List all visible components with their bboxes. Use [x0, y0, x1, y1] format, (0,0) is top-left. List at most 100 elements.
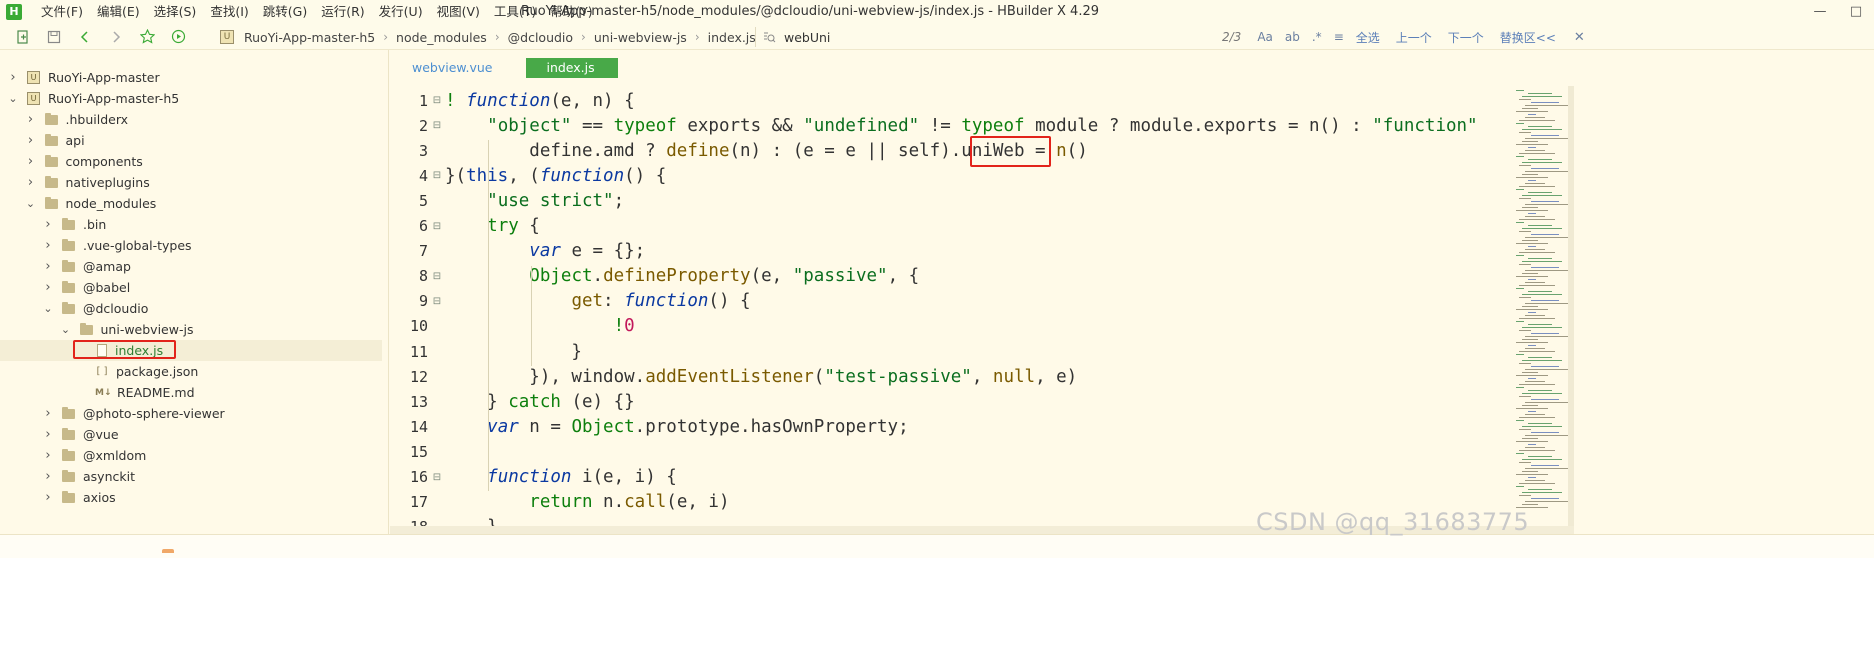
- markdown-file-icon: M↓: [95, 387, 112, 398]
- tree-item[interactable]: › .bin: [0, 214, 382, 235]
- fold-toggle-icon[interactable]: ⊟: [429, 120, 445, 131]
- fold-toggle-icon[interactable]: ⊟: [429, 296, 445, 307]
- previous-match-button[interactable]: 上一个: [1396, 29, 1432, 46]
- tree-item[interactable]: index.js: [0, 340, 382, 361]
- menu-item-0[interactable]: 文件(F): [34, 0, 90, 24]
- chevron-right-icon[interactable]: ›: [26, 154, 36, 169]
- tree-item[interactable]: [ ] package.json: [0, 361, 382, 382]
- chevron-right-icon[interactable]: ›: [43, 469, 53, 484]
- chevron-down-icon[interactable]: ⌄: [26, 198, 36, 209]
- search-input[interactable]: [784, 28, 1204, 46]
- select-all-button[interactable]: 全选: [1356, 29, 1380, 46]
- tree-item[interactable]: ⌄ @dcloudio: [0, 298, 382, 319]
- replace-toggle-button[interactable]: 替换区<<: [1500, 29, 1556, 46]
- minimize-button[interactable]: —: [1802, 0, 1838, 24]
- menu-item-1[interactable]: 编辑(E): [90, 0, 147, 24]
- menu-item-8[interactable]: 工具(T): [487, 0, 543, 24]
- match-case-toggle[interactable]: Aa: [1257, 30, 1273, 44]
- fold-toggle-icon[interactable]: ⊟: [429, 472, 445, 483]
- chevron-right-icon[interactable]: ›: [43, 238, 53, 253]
- menu-item-7[interactable]: 视图(V): [430, 0, 487, 24]
- tree-item[interactable]: › api: [0, 130, 382, 151]
- minimap-line: [1522, 459, 1562, 460]
- in-selection-toggle[interactable]: ≡: [1334, 30, 1344, 44]
- tree-item[interactable]: › @xmldom: [0, 445, 382, 466]
- chevron-right-icon[interactable]: ›: [43, 217, 53, 232]
- minimap[interactable]: [1514, 86, 1568, 526]
- menu-item-9[interactable]: 帮助(Y): [543, 0, 599, 24]
- folder-icon: [62, 490, 75, 503]
- close-find-icon[interactable]: ✕: [1574, 30, 1585, 45]
- fold-toggle-icon[interactable]: ⊟: [429, 95, 445, 106]
- breadcrumb-item[interactable]: @dcloudio: [508, 30, 573, 45]
- tree-item[interactable]: › @vue: [0, 424, 382, 445]
- tree-item[interactable]: ⌄ node_modules: [0, 193, 382, 214]
- tree-item[interactable]: › .hbuilderx: [0, 109, 382, 130]
- tree-item[interactable]: M↓ README.md: [0, 382, 382, 403]
- fold-toggle-icon[interactable]: ⊟: [429, 221, 445, 232]
- fold-toggle-icon[interactable]: ⊟: [429, 170, 445, 181]
- chevron-right-icon[interactable]: ›: [43, 448, 53, 463]
- code-token: function: [466, 90, 551, 111]
- vertical-scrollbar[interactable]: [1568, 86, 1574, 526]
- star-icon[interactable]: [139, 29, 155, 45]
- tree-item[interactable]: › @babel: [0, 277, 382, 298]
- tree-item[interactable]: › nativeplugins: [0, 172, 382, 193]
- tree-item[interactable]: › asynckit: [0, 466, 382, 487]
- chevron-right-icon[interactable]: ›: [43, 490, 53, 505]
- chevron-right-icon[interactable]: ›: [43, 406, 53, 421]
- menu-item-3[interactable]: 查找(I): [203, 0, 255, 24]
- tree-item[interactable]: › axios: [0, 487, 382, 508]
- forward-icon[interactable]: [108, 29, 124, 45]
- tree-item[interactable]: › .vue-global-types: [0, 235, 382, 256]
- chevron-right-icon[interactable]: ›: [26, 175, 36, 190]
- chevron-right-icon[interactable]: ›: [43, 427, 53, 442]
- maximize-button[interactable]: □: [1838, 0, 1874, 24]
- chevron-right-icon[interactable]: ›: [26, 112, 36, 127]
- run-icon[interactable]: [170, 29, 186, 45]
- chevron-right-icon[interactable]: ›: [43, 280, 53, 295]
- minimap-line: [1516, 375, 1548, 376]
- fold-toggle-icon[interactable]: ⊟: [429, 271, 445, 282]
- chevron-down-icon[interactable]: ⌄: [8, 93, 18, 104]
- breadcrumb-item[interactable]: index.js: [708, 30, 756, 45]
- menu-item-6[interactable]: 发行(U): [372, 0, 430, 24]
- chevron-down-icon[interactable]: ⌄: [61, 324, 71, 335]
- folder-icon: [62, 238, 75, 251]
- breadcrumb-item[interactable]: uni-webview-js: [594, 30, 687, 45]
- tree-item[interactable]: › @amap: [0, 256, 382, 277]
- next-match-button[interactable]: 下一个: [1448, 29, 1484, 46]
- chevron-down-icon[interactable]: ⌄: [43, 303, 53, 314]
- code-editor[interactable]: 1 ⊟! function(e, n) {2 ⊟ "object" == typeo…: [390, 86, 1514, 527]
- new-file-icon[interactable]: [15, 29, 31, 45]
- breadcrumb-item[interactable]: RuoYi-App-master-h5: [244, 30, 375, 45]
- whole-word-toggle[interactable]: ab: [1285, 30, 1300, 44]
- tree-item[interactable]: › @photo-sphere-viewer: [0, 403, 382, 424]
- code-token: "undefined": [803, 115, 920, 136]
- minimap-line: [1522, 372, 1538, 373]
- code-token: module ? module.exports = n() :: [1024, 115, 1373, 136]
- minimap-line: [1522, 261, 1562, 262]
- tab-webview-vue[interactable]: webview.vue: [390, 58, 514, 78]
- regex-toggle[interactable]: .*: [1312, 30, 1322, 44]
- code-line: 4⊟}(this, (function() {: [390, 163, 1514, 188]
- tree-item[interactable]: ⌄ U RuoYi-App-master-h5: [0, 88, 382, 109]
- tab-index-js[interactable]: index.js: [526, 58, 619, 78]
- back-icon[interactable]: [77, 29, 93, 45]
- chevron-right-icon[interactable]: ›: [43, 259, 53, 274]
- menu-item-5[interactable]: 运行(R): [314, 0, 371, 24]
- save-icon[interactable]: [46, 29, 62, 45]
- menu-item-2[interactable]: 选择(S): [147, 0, 204, 24]
- minimap-line: [1525, 414, 1545, 415]
- chevron-right-icon[interactable]: ›: [26, 133, 36, 148]
- minimap-line: [1528, 423, 1552, 424]
- menu-item-4[interactable]: 跳转(G): [256, 0, 314, 24]
- minimap-line: [1528, 192, 1552, 193]
- breadcrumb-item[interactable]: node_modules: [396, 30, 487, 45]
- chevron-right-icon[interactable]: ›: [8, 70, 18, 85]
- code-text: ! function(e, n) {: [445, 91, 635, 111]
- tree-item[interactable]: › components: [0, 151, 382, 172]
- tree-item[interactable]: ⌄ uni-webview-js: [0, 319, 382, 340]
- tree-item[interactable]: › U RuoYi-App-master: [0, 67, 382, 88]
- minimap-line: [1531, 465, 1559, 466]
